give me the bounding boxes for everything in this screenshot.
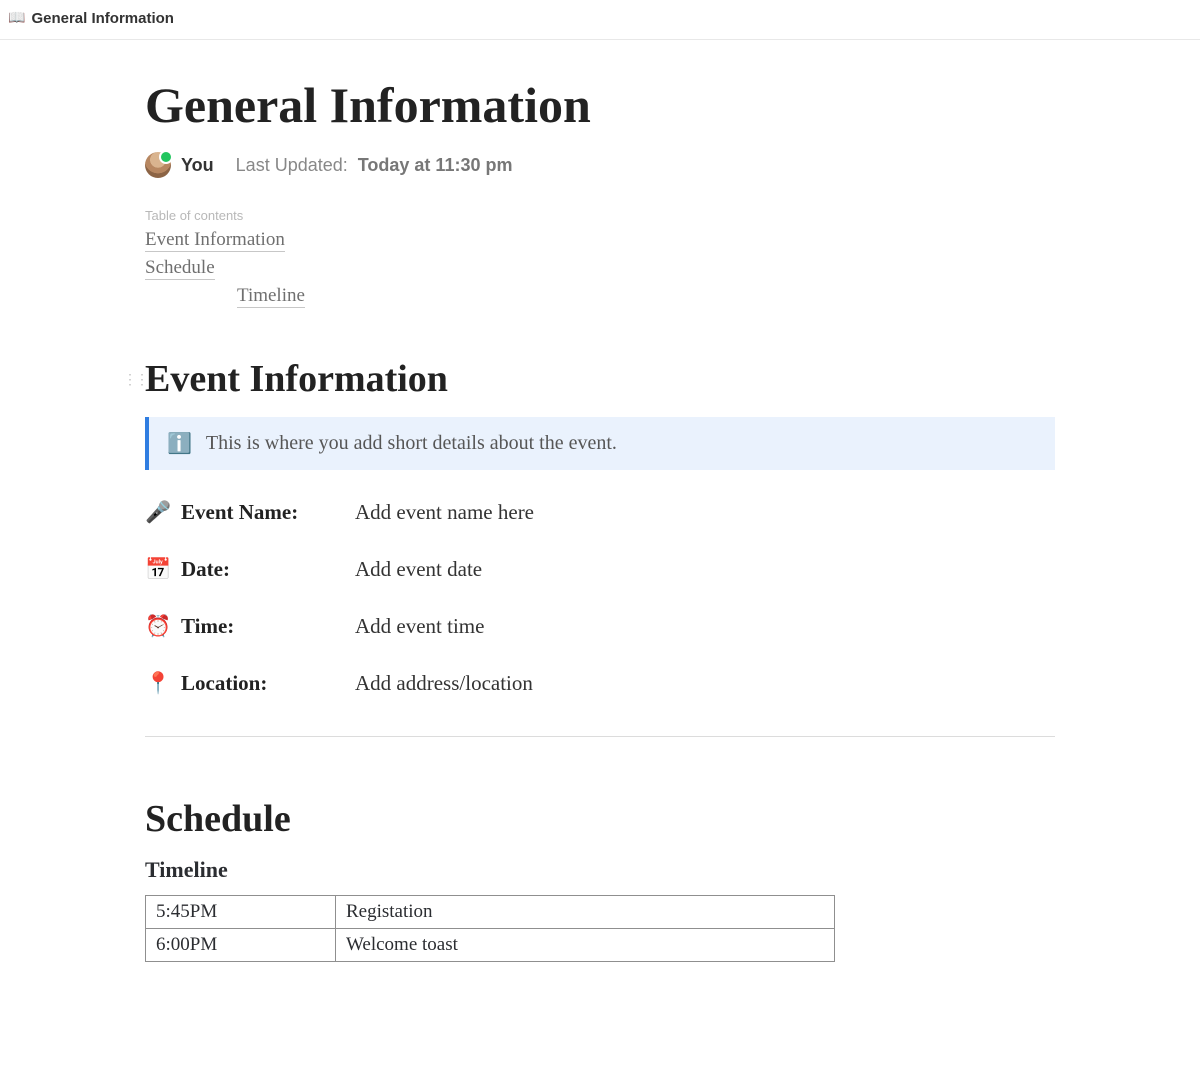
toc-link-timeline[interactable]: Timeline [237,285,305,308]
field-value-event-name[interactable]: Add event name here [355,500,1055,525]
callout-text: This is where you add short details abou… [206,432,617,455]
avatar[interactable] [145,152,171,178]
heading-event-information[interactable]: Event Information [145,357,1055,401]
table-row[interactable]: 5:45PM Registation [146,896,835,929]
cell-item[interactable]: Welcome toast [336,929,835,962]
toc-link-event-information[interactable]: Event Information [145,229,285,252]
info-icon: ℹ️ [167,431,192,456]
toc-list: Event Information Schedule Timeline [145,229,1055,307]
microphone-icon: 🎤 [145,500,169,525]
drag-handle-icon[interactable]: ⋮⋮ [123,371,147,388]
field-label-location: 📍 Location: [145,671,355,696]
calendar-icon: 📅 [145,557,169,582]
subheading-timeline[interactable]: Timeline [145,857,1055,883]
field-label-text: Date: [181,557,230,582]
toc-label: Table of contents [145,208,1055,223]
updated-label: Last Updated: [236,155,348,176]
clock-icon: ⏰ [145,614,169,639]
breadcrumb-title: General Information [31,10,174,27]
byline: You Last Updated: Today at 11:30 pm [145,152,1055,178]
breadcrumb[interactable]: 📖 General Information [0,0,1200,40]
cell-item[interactable]: Registation [336,896,835,929]
field-label-time: ⏰ Time: [145,614,355,639]
timeline-table: 5:45PM Registation 6:00PM Welcome toast [145,895,835,962]
field-value-location[interactable]: Add address/location [355,671,1055,696]
field-label-text: Time: [181,614,234,639]
toc-link-schedule[interactable]: Schedule [145,257,215,280]
field-label-text: Event Name: [181,500,298,525]
pin-icon: 📍 [145,671,169,696]
info-callout[interactable]: ℹ️ This is where you add short details a… [145,417,1055,470]
heading-schedule[interactable]: Schedule [145,797,1055,841]
field-label-event-name: 🎤 Event Name: [145,500,355,525]
field-value-time[interactable]: Add event time [355,614,1055,639]
table-row[interactable]: 6:00PM Welcome toast [146,929,835,962]
field-value-date[interactable]: Add event date [355,557,1055,582]
page-title[interactable]: General Information [145,76,1055,134]
event-fields: 🎤 Event Name: Add event name here 📅 Date… [145,500,1055,696]
field-label-text: Location: [181,671,267,696]
updated-value: Today at 11:30 pm [358,155,513,176]
cell-time[interactable]: 5:45PM [146,896,336,929]
author-name[interactable]: You [181,155,214,176]
cell-time[interactable]: 6:00PM [146,929,336,962]
field-label-date: 📅 Date: [145,557,355,582]
divider [145,736,1055,737]
book-icon: 📖 [8,10,25,27]
